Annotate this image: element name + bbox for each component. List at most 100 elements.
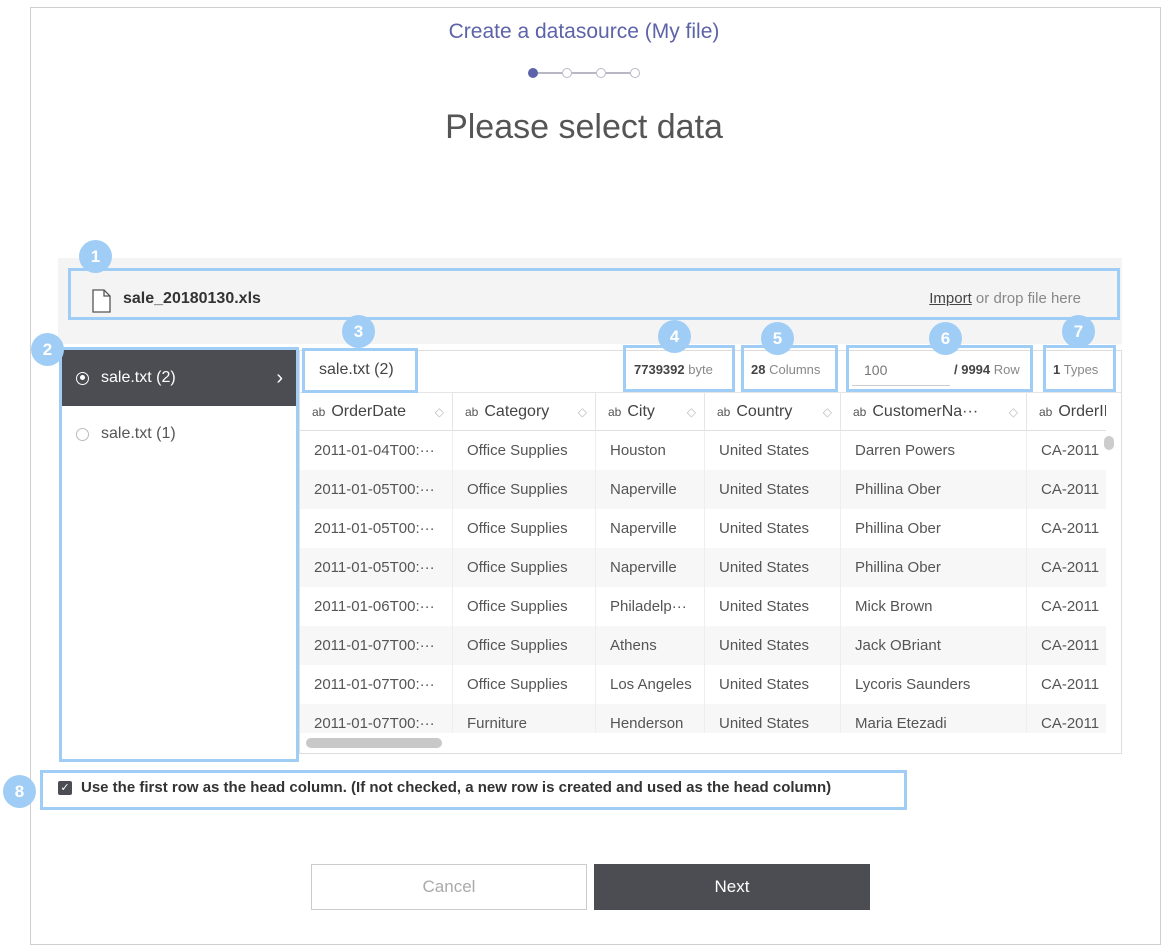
head-column-label: Use the first row as the head column. (I…: [81, 779, 832, 796]
table-cell: United States: [705, 470, 841, 509]
column-header[interactable]: ab OrderDate ◇: [300, 393, 453, 431]
horizontal-scrollbar[interactable]: [306, 738, 442, 748]
table-cell: Philadelp···: [596, 587, 705, 626]
types-stat: 1 Types: [1053, 362, 1098, 377]
callout-badge-8: 8: [3, 775, 36, 808]
table-cell: CA-2011: [1041, 559, 1100, 576]
table-cell: Lycoris Saunders: [841, 665, 1027, 704]
file-size-unit: byte: [684, 362, 713, 377]
table-cell: CA-2011: [1041, 442, 1100, 459]
sheet-item-label: sale.txt (1): [101, 425, 176, 442]
table-row[interactable]: 2011-01-04T00:··· Office Supplies Housto…: [300, 431, 1106, 470]
string-type-icon: ab: [853, 405, 867, 419]
table-cell: United States: [705, 626, 841, 665]
table-cell: Houston: [596, 431, 705, 470]
table-cell: Naperville: [596, 548, 705, 587]
next-button[interactable]: Next: [594, 864, 870, 910]
step-dot-3: [596, 68, 606, 78]
file-size-stat: 7739392 byte: [634, 362, 713, 377]
callout-badge-6: 6: [929, 322, 962, 355]
step-dot-2: [562, 68, 572, 78]
table-cell: Office Supplies: [453, 587, 596, 626]
step-line: [606, 72, 630, 74]
data-grid: ab OrderDate ◇ ab Category ◇ ab City ◇ ab Count…: [300, 393, 1106, 733]
column-header[interactable]: ab CustomerNa··· ◇: [841, 393, 1027, 431]
string-type-icon: ab: [312, 405, 326, 419]
row-count-input[interactable]: [852, 354, 950, 386]
table-cell: 2011-01-05T00:···: [300, 548, 453, 587]
step-dot-4: [630, 68, 640, 78]
table-cell: 2011-01-06T00:···: [300, 587, 453, 626]
table-cell: Athens: [596, 626, 705, 665]
table-cell: Office Supplies: [453, 431, 596, 470]
step-line: [572, 72, 596, 74]
sort-icon[interactable]: ◇: [823, 393, 832, 430]
sort-icon[interactable]: ◇: [578, 393, 587, 430]
table-cell: United States: [705, 431, 841, 470]
columns-stat: 28 Columns: [751, 362, 820, 377]
sort-icon[interactable]: ◇: [687, 393, 696, 430]
table-cell: CA-2011: [1041, 715, 1100, 732]
column-header-label: CustomerNa···: [872, 403, 979, 420]
step-indicator: [528, 66, 652, 80]
table-cell: CA-2011: [1041, 520, 1100, 537]
grid-header-row: ab OrderDate ◇ ab Category ◇ ab City ◇ ab Count…: [300, 393, 1106, 432]
table-cell: Office Supplies: [453, 548, 596, 587]
table-row[interactable]: 2011-01-05T00:··· Office Supplies Naperv…: [300, 509, 1106, 548]
table-cell: Furniture: [453, 704, 596, 733]
radio-unselected-icon: [76, 427, 89, 441]
chevron-right-icon: ›: [276, 366, 283, 389]
table-row[interactable]: 2011-01-07T00:··· Furniture Henderson Un…: [300, 704, 1106, 733]
table-cell: CA-2011: [1041, 598, 1100, 615]
table-row[interactable]: 2011-01-05T00:··· Office Supplies Naperv…: [300, 548, 1106, 587]
table-cell: Phillina Ober: [841, 470, 1027, 509]
column-header[interactable]: ab Category ◇: [453, 393, 596, 431]
table-cell: CA-2011: [1041, 637, 1100, 654]
head-column-checkbox[interactable]: ✓: [58, 781, 72, 795]
file-size-value: 7739392: [634, 362, 685, 377]
table-cell: United States: [705, 587, 841, 626]
radio-selected-icon: [76, 371, 89, 385]
sort-icon[interactable]: ◇: [1009, 393, 1018, 430]
callout-badge-5: 5: [761, 322, 794, 355]
table-cell: United States: [705, 665, 841, 704]
table-row[interactable]: 2011-01-06T00:··· Office Supplies Philad…: [300, 587, 1106, 626]
sheet-item-sale-1[interactable]: sale.txt (1): [62, 406, 297, 462]
vertical-scrollbar[interactable]: [1104, 436, 1114, 450]
table-row[interactable]: 2011-01-07T00:··· Office Supplies Los An…: [300, 665, 1106, 704]
column-header[interactable]: ab City ◇: [596, 393, 705, 431]
column-header[interactable]: ab Country ◇: [705, 393, 841, 431]
table-cell: 2011-01-04T00:···: [300, 431, 453, 470]
table-cell: Office Supplies: [453, 626, 596, 665]
table-cell: United States: [705, 704, 841, 733]
column-header-label: Category: [484, 403, 550, 420]
table-cell: 2011-01-07T00:···: [300, 704, 453, 733]
table-cell: Naperville: [596, 470, 705, 509]
table-row[interactable]: 2011-01-05T00:··· Office Supplies Naperv…: [300, 470, 1106, 509]
sheet-item-label: sale.txt (2): [101, 369, 176, 386]
column-header[interactable]: ab OrderID: [1027, 393, 1106, 431]
table-row[interactable]: 2011-01-07T00:··· Office Supplies Athens…: [300, 626, 1106, 665]
cancel-button[interactable]: Cancel: [311, 864, 587, 910]
table-cell: CA-2011: [1041, 676, 1100, 693]
table-cell: 2011-01-07T00:···: [300, 626, 453, 665]
table-cell: Los Angeles: [596, 665, 705, 704]
table-cell: Darren Powers: [841, 431, 1027, 470]
table-cell: Naperville: [596, 509, 705, 548]
table-cell: 2011-01-05T00:···: [300, 509, 453, 548]
rows-stat: / 9994 Row: [954, 362, 1020, 377]
callout-badge-2: 2: [31, 333, 64, 366]
callout-badge-3: 3: [342, 315, 375, 348]
sheet-item-sale-2[interactable]: sale.txt (2) ›: [62, 350, 297, 406]
sort-icon[interactable]: ◇: [435, 393, 444, 430]
wizard-title: Create a datasource (My file): [448, 20, 720, 43]
table-cell: Office Supplies: [453, 470, 596, 509]
sheet-list: sale.txt (2) › sale.txt (1): [62, 350, 297, 755]
types-unit: Types: [1060, 362, 1099, 377]
table-cell: United States: [705, 548, 841, 587]
step-dot-1: [528, 68, 538, 78]
column-header-label: Country: [736, 403, 793, 420]
step-line: [538, 72, 562, 74]
callout-badge-4: 4: [658, 320, 691, 353]
highlight-box-1: [68, 268, 1120, 320]
